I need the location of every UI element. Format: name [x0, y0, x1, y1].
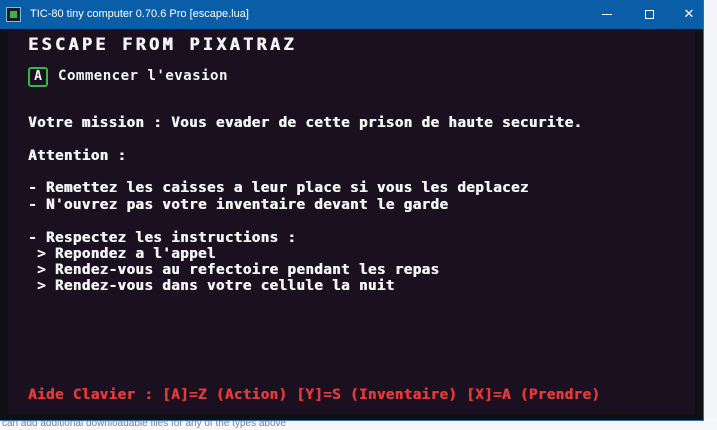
minimize-icon [602, 14, 612, 15]
game-screen[interactable]: ESCAPE FROM PIXATRAZ A Commencer l'evasi… [8, 29, 695, 414]
start-label: Commencer l'evasion [58, 68, 228, 84]
tic80-window: TIC-80 tiny computer 0.70.6 Pro [escape.… [0, 0, 703, 420]
window-title: TIC-80 tiny computer 0.70.6 Pro [escape.… [30, 8, 249, 20]
instruction-line: > Rendez-vous dans votre cellule la nuit [28, 278, 395, 294]
game-title: ESCAPE FROM PIXATRAZ [28, 35, 297, 55]
instruction-line: > Rendez-vous au refectoire pendant les … [28, 262, 440, 278]
keyboard-help: Aide Clavier : [A]=Z (Action) [Y]=S (Inv… [28, 387, 601, 403]
title-bar[interactable]: TIC-80 tiny computer 0.70.6 Pro [escape.… [0, 0, 703, 29]
maximize-icon [644, 10, 654, 19]
instructions-heading: - Respectez les instructions : [28, 230, 297, 246]
attention-heading: Attention : [28, 148, 127, 164]
tic80-app-icon[interactable] [6, 7, 21, 22]
warning-line: - Remettez les caisses a leur place si v… [28, 180, 529, 196]
mission-text: Votre mission : Vous evader de cette pri… [28, 115, 583, 131]
instruction-line: > Repondez a l'appel [28, 246, 216, 262]
close-icon: ✕ [683, 7, 695, 22]
minimize-button[interactable] [586, 0, 628, 29]
a-button-icon: A [28, 67, 48, 87]
background-app-edge [703, 0, 717, 430]
warning-line: - N'ouvrez pas votre inventaire devant l… [28, 197, 449, 213]
maximize-button[interactable] [628, 0, 670, 29]
close-button[interactable]: ✕ [668, 0, 710, 29]
